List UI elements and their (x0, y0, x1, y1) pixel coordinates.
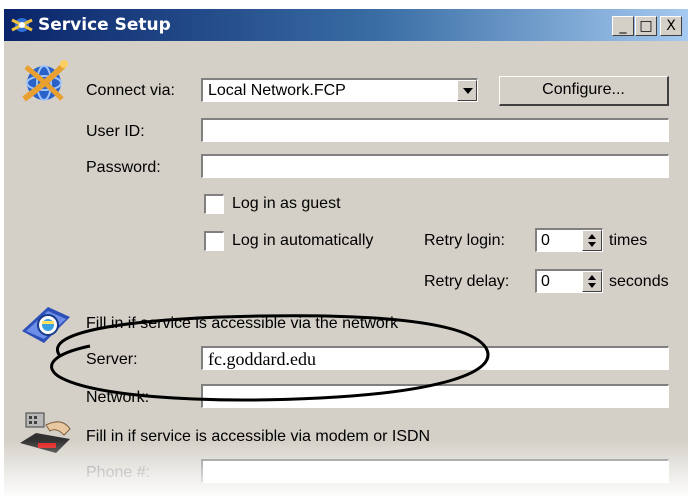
service-setup-icon (11, 18, 33, 32)
phone-label: Phone #: (86, 464, 151, 481)
modem-section-heading: Fill in if service is accessible via mod… (86, 428, 431, 445)
service-setup-window: Service Setup _ □ X Connect via: Local N… (3, 8, 688, 496)
user-id-field[interactable] (201, 118, 669, 142)
password-label: Password: (86, 159, 161, 176)
guest-label: Log in as guest (232, 195, 341, 212)
network-field[interactable] (201, 384, 669, 408)
phone-field[interactable] (201, 459, 669, 483)
network-globe-icon (22, 60, 68, 102)
password-field[interactable] (201, 154, 669, 178)
title-bar[interactable]: Service Setup _ □ X (4, 9, 688, 41)
spinner-arrows-icon[interactable] (582, 230, 602, 251)
server-label: Server: (86, 351, 138, 368)
retry-login-label: Retry login: (424, 232, 505, 249)
retry-login-value: 0 (541, 232, 550, 249)
connect-via-label: Connect via: (86, 82, 175, 99)
retry-delay-spinner[interactable]: 0 (535, 269, 603, 293)
auto-login-checkbox[interactable] (204, 231, 224, 251)
network-computer-icon (22, 307, 70, 343)
window-title: Service Setup (38, 15, 171, 35)
auto-login-label: Log in automatically (232, 232, 374, 249)
retry-delay-unit: seconds (609, 273, 669, 290)
retry-login-unit: times (609, 232, 648, 249)
spinner-arrows-icon[interactable] (582, 271, 602, 292)
retry-delay-label: Retry delay: (424, 273, 510, 290)
server-field[interactable]: fc.goddard.edu (201, 346, 669, 370)
minimize-button[interactable]: _ (612, 16, 634, 36)
maximize-button[interactable]: □ (635, 16, 657, 36)
connect-via-value: Local Network.FCP (208, 82, 346, 99)
user-id-label: User ID: (86, 123, 145, 140)
connect-via-dropdown[interactable]: Local Network.FCP (201, 78, 478, 102)
server-value: fc.goddard.edu (208, 349, 316, 369)
chevron-down-icon[interactable] (457, 80, 477, 101)
network-section-heading: Fill in if service is accessible via the… (86, 315, 399, 332)
guest-checkbox[interactable] (204, 194, 224, 214)
retry-delay-value: 0 (541, 273, 550, 290)
modem-phone-icon (20, 412, 71, 453)
network-label: Network: (86, 389, 150, 406)
configure-button[interactable]: Configure... (499, 76, 669, 106)
close-button[interactable]: X (660, 16, 682, 36)
retry-login-spinner[interactable]: 0 (535, 228, 603, 252)
